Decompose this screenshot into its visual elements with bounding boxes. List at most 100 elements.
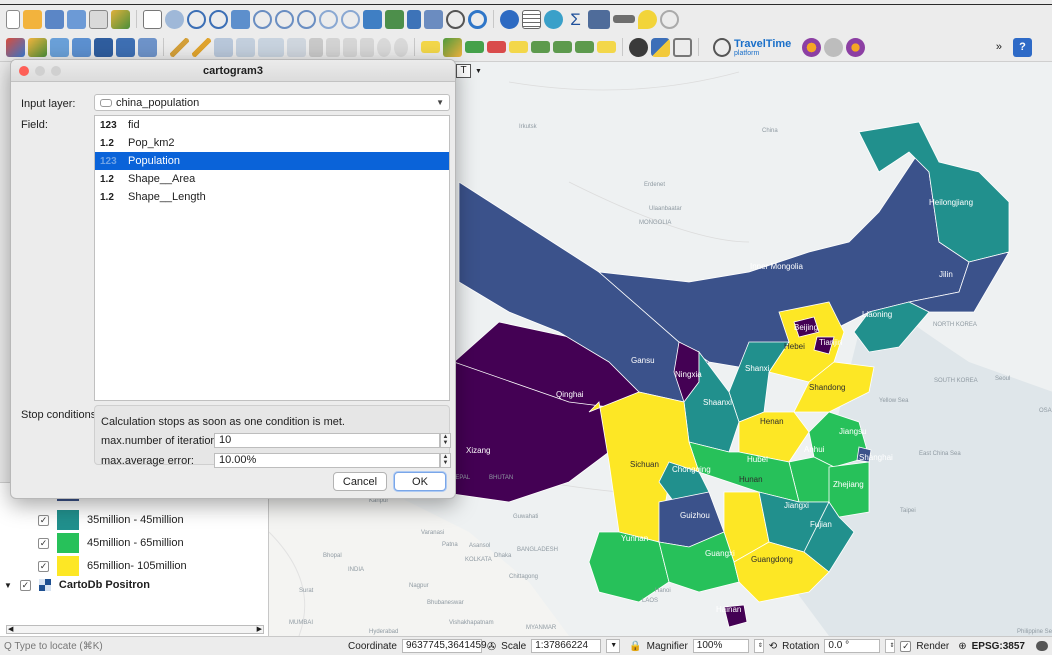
plugin-flower-icon[interactable] <box>802 37 822 57</box>
new-map-view-icon[interactable] <box>363 9 382 29</box>
zoom-next-icon[interactable] <box>341 9 360 29</box>
statistics-sigma-icon[interactable]: Σ <box>566 10 585 29</box>
data-source-manager-icon[interactable] <box>6 37 25 57</box>
delete-selected-icon[interactable] <box>309 37 323 57</box>
edit-pencil-icon[interactable] <box>170 37 189 57</box>
copy-icon[interactable] <box>343 37 357 57</box>
scale-field[interactable]: 1:37866224 <box>531 639 602 653</box>
chevron-down-icon[interactable]: ▼ <box>475 68 482 75</box>
toggle-edit-icon[interactable] <box>192 37 211 57</box>
processing-gear-icon[interactable] <box>544 9 563 29</box>
field-item[interactable]: 1.2 Shape__Area <box>95 170 449 188</box>
scroll-right-icon[interactable]: ▶ <box>257 625 262 633</box>
select-features-icon[interactable] <box>588 9 610 29</box>
locator-search-input[interactable]: Q Type to locate (⌘K) <box>4 641 174 652</box>
lock-icon[interactable]: 🔒 <box>629 641 641 652</box>
magnifier-field[interactable]: 100% <box>692 639 749 653</box>
label-pin-icon[interactable] <box>443 37 462 57</box>
rotation-field[interactable]: 0.0 ° <box>824 639 881 653</box>
cut-icon[interactable] <box>326 37 340 57</box>
rotation-spinner[interactable]: ⇕ <box>885 639 896 653</box>
label-rotate-icon[interactable] <box>553 41 572 53</box>
zoom-selection-icon[interactable] <box>275 9 294 29</box>
messages-icon[interactable] <box>1036 641 1048 651</box>
python-console-icon[interactable] <box>651 37 670 57</box>
label-show-hide-icon[interactable] <box>509 41 528 53</box>
plugin-globe-icon[interactable] <box>629 37 648 57</box>
legend-class-row[interactable]: ✓ 35million - 45million <box>38 510 184 530</box>
open-project-icon[interactable] <box>23 9 42 29</box>
field-item[interactable]: 123 Population <box>95 152 449 170</box>
add-wms-icon[interactable] <box>138 37 157 57</box>
field-item[interactable]: 1.2 Pop_km2 <box>95 134 449 152</box>
zoom-native-icon[interactable] <box>297 9 316 29</box>
field-item[interactable]: 1.2 Shape__Length <box>95 188 449 206</box>
save-edits-icon[interactable] <box>214 37 233 57</box>
render-checkbox[interactable]: ✓ <box>900 640 912 652</box>
label-diagram-icon[interactable] <box>597 41 616 53</box>
toolbar-overflow-icon[interactable]: » <box>996 41 1002 53</box>
ok-button[interactable]: OK <box>394 472 446 491</box>
max-iterations-spinner[interactable]: ▲ ▼ <box>440 433 451 448</box>
identify-icon[interactable] <box>500 9 519 29</box>
add-vector-icon[interactable] <box>28 37 47 57</box>
add-mesh-icon[interactable] <box>72 37 91 57</box>
scroll-left-icon[interactable]: ◀ <box>8 625 13 633</box>
style-manager-icon[interactable] <box>111 9 130 29</box>
close-window-icon[interactable] <box>19 66 29 76</box>
zoom-layer-icon[interactable] <box>253 9 272 29</box>
label-change-icon[interactable] <box>575 41 594 53</box>
label-highlight-icon[interactable] <box>465 41 484 53</box>
zoom-full-icon[interactable] <box>231 9 250 29</box>
traveltime-logo[interactable]: TravelTime platform <box>713 37 791 57</box>
layer-checkbox[interactable]: ✓ <box>19 579 31 591</box>
plugin-star-icon[interactable] <box>846 37 866 57</box>
attribute-table-icon[interactable] <box>522 9 541 29</box>
add-spatialite-icon[interactable] <box>116 37 135 57</box>
plugin-gear-icon[interactable] <box>824 37 844 57</box>
measure-icon[interactable] <box>613 15 635 23</box>
refresh-icon[interactable] <box>468 9 487 29</box>
collapse-arrow-icon[interactable]: ▼ <box>4 581 12 590</box>
cancel-button[interactable]: Cancel <box>333 472 387 491</box>
zoom-last-icon[interactable] <box>319 9 338 29</box>
scale-dropdown-icon[interactable]: ▼ <box>606 639 621 653</box>
new-project-icon[interactable] <box>6 9 20 29</box>
basemap-layer-row[interactable]: ▼ ✓ CartoDb Positron <box>4 575 150 595</box>
zoom-out-icon[interactable] <box>209 9 228 29</box>
print-layout-icon[interactable] <box>89 9 108 29</box>
legend-class-row[interactable]: ✓ 65million- 105million <box>38 556 187 576</box>
temporal-controller-icon[interactable] <box>446 9 465 29</box>
legend-class-row[interactable]: ✓ 45million - 65million <box>38 533 184 553</box>
pan-selection-icon[interactable] <box>165 9 184 29</box>
show-bookmarks-icon[interactable] <box>424 9 443 29</box>
annotation-icon[interactable] <box>638 9 657 29</box>
label-move-icon[interactable] <box>531 41 550 53</box>
undo-icon[interactable] <box>377 37 391 57</box>
add-delimited-icon[interactable] <box>94 37 113 57</box>
redo-icon[interactable] <box>394 37 408 57</box>
label-unpin-icon[interactable] <box>487 41 506 53</box>
maximize-window-icon[interactable] <box>51 66 61 76</box>
save-as-icon[interactable] <box>67 9 86 29</box>
zoom-in-icon[interactable] <box>187 9 206 29</box>
new-3d-view-icon[interactable] <box>385 9 404 29</box>
pan-hand-icon[interactable] <box>143 9 162 29</box>
bookmark-icon[interactable] <box>407 9 421 29</box>
vertex-tool-icon[interactable] <box>258 37 284 57</box>
magnifier-spinner[interactable]: ⇕ <box>753 639 764 653</box>
help-icon[interactable]: ? <box>1013 37 1032 57</box>
dialog-titlebar[interactable]: cartogram3 <box>11 60 455 82</box>
field-item[interactable]: 123 fid <box>95 116 449 134</box>
modify-attributes-icon[interactable] <box>287 37 306 57</box>
legend-checkbox[interactable]: ✓ <box>38 560 49 572</box>
text-annotation-icon[interactable]: T <box>456 64 471 78</box>
legend-checkbox[interactable]: ✓ <box>38 537 49 549</box>
max-error-spinner[interactable]: ▲ ▼ <box>440 453 451 468</box>
province-zhejiang[interactable] <box>828 461 870 518</box>
plugin-shield-icon[interactable] <box>673 37 692 57</box>
add-raster-icon[interactable] <box>50 37 69 57</box>
field-list[interactable]: 123 fid 1.2 Pop_km2 123 Population 1.2 Shape__A… <box>94 115 450 401</box>
crs-globe-icon[interactable]: ⊕ <box>958 641 966 652</box>
coordinate-field[interactable]: 9637745,3641459 <box>401 639 487 653</box>
